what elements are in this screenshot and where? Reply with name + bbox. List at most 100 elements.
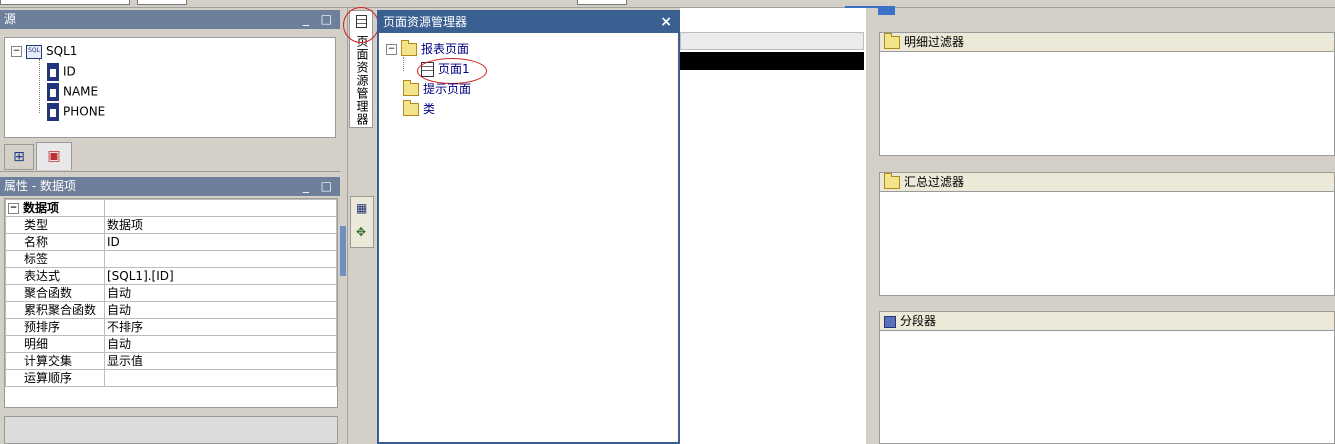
summary-filters-label: 汇总过滤器	[904, 175, 965, 189]
page-explorer-side-label: 页面资源管理器	[355, 35, 369, 126]
properties-panel-title: 属性 - 数据项 _ □	[0, 177, 340, 196]
tree-connector	[403, 57, 404, 71]
property-row[interactable]: 计算交集 显示值	[5, 352, 337, 370]
summary-filters-panel[interactable]: 汇总过滤器	[879, 172, 1335, 296]
tree-column-id[interactable]: ID	[47, 63, 76, 81]
folder-icon	[403, 80, 419, 96]
properties-group-row[interactable]: − 数据项	[5, 199, 337, 217]
panel-window-buttons[interactable]: _ □	[303, 177, 336, 195]
property-key: 运算顺序	[5, 369, 105, 387]
property-row[interactable]: 累积聚合函数 自动	[5, 301, 337, 319]
properties-table: − 数据项 类型 数据项 名称 ID 标签 表达式 [SQL1].[ID] 聚合函数 自动…	[5, 199, 337, 387]
tree-datasource-sql1[interactable]: − SQL SQL1	[11, 43, 77, 59]
property-row[interactable]: 预排序 不排序	[5, 318, 337, 336]
canvas-gutter	[866, 8, 878, 444]
property-key: 类型	[5, 216, 105, 234]
property-value[interactable]	[104, 369, 337, 387]
tree-classes[interactable]: 类	[403, 100, 436, 117]
data-item-icon	[47, 63, 59, 81]
source-tree: − SQL SQL1 ID NAME PHONE	[4, 37, 336, 138]
property-key: 累积聚合函数	[5, 301, 105, 319]
prompt-pages-label: 提示页面	[423, 82, 472, 96]
detail-filters-title: 明细过滤器	[880, 33, 1334, 52]
property-value[interactable]: 显示值	[104, 352, 337, 370]
property-key: 表达式	[5, 267, 105, 285]
selected-canvas-bar[interactable]	[680, 52, 864, 70]
tree-connector	[39, 59, 40, 113]
property-row[interactable]: 明细 自动	[5, 335, 337, 353]
property-value[interactable]: 自动	[104, 301, 337, 319]
page-explorer-title: 页面资源管理器	[383, 15, 468, 29]
data-item-icon	[47, 83, 59, 101]
property-description-area	[4, 416, 338, 444]
classes-icon	[403, 100, 419, 116]
slicer-icon	[884, 315, 896, 328]
folder-icon	[401, 40, 417, 56]
toolbox-tab[interactable]: ▣	[36, 142, 72, 170]
properties-grid: − 数据项 类型 数据项 名称 ID 标签 表达式 [SQL1].[ID] 聚合函数 自动…	[4, 198, 338, 408]
size-combo[interactable]	[137, 0, 187, 5]
font-combo[interactable]	[0, 0, 130, 5]
query-explorer-icon: ▦	[356, 201, 368, 215]
close-icon[interactable]: ×	[660, 12, 672, 33]
property-value[interactable]: ID	[104, 233, 337, 251]
property-key: 明细	[5, 335, 105, 353]
filter-icon	[884, 33, 900, 49]
report-pages-label: 报表页面	[421, 42, 470, 56]
source-panel-title-text: 源	[4, 12, 17, 26]
property-value[interactable]: 数据项	[104, 216, 337, 234]
collapse-toggle[interactable]: −	[8, 202, 19, 214]
data-item-icon	[47, 103, 59, 121]
report-canvas	[680, 8, 870, 444]
tree-prompt-pages[interactable]: 提示页面	[403, 80, 472, 97]
data-explorer-side-tab[interactable]: ▦ ✥	[350, 196, 374, 248]
detail-filters-panel[interactable]: 明细过滤器	[879, 32, 1335, 156]
property-value[interactable]: [SQL1].[ID]	[104, 267, 337, 285]
source-panel-title: 源 _ □	[0, 10, 340, 29]
condition-explorer-icon: ✥	[356, 225, 367, 239]
summary-filter-icon	[884, 173, 900, 189]
property-key: 预排序	[5, 318, 105, 336]
summary-filters-title: 汇总过滤器	[880, 173, 1334, 192]
property-value[interactable]: 自动	[104, 284, 337, 302]
property-value[interactable]: 不排序	[104, 318, 337, 336]
property-row[interactable]: 标签	[5, 250, 337, 268]
collapse-toggle[interactable]: −	[11, 46, 22, 57]
panel-window-buttons[interactable]: _ □	[303, 10, 336, 28]
property-key: 标签	[5, 250, 105, 268]
annotation-ellipse-side-tab	[343, 7, 379, 43]
property-row[interactable]: 类型 数据项	[5, 216, 337, 234]
tree-structure-icon: ⊞	[13, 149, 25, 165]
slicer-title: 分段器	[880, 312, 1334, 331]
page-explorer-title-bar: 页面资源管理器 ×	[379, 12, 678, 33]
property-key: 计算交集	[5, 352, 105, 370]
source-tab-bar: ⊞ ▣	[0, 142, 340, 172]
property-row[interactable]: 聚合函数 自动	[5, 284, 337, 302]
property-key: 名称	[5, 233, 105, 251]
page-explorer-window: 页面资源管理器 × − 报表页面 页面1 提示页面 类	[377, 10, 680, 444]
canvas-header-row	[680, 32, 864, 50]
datasource-label: SQL1	[46, 44, 78, 58]
property-row[interactable]: 表达式 [SQL1].[ID]	[5, 267, 337, 285]
tree-column-name[interactable]: NAME	[47, 83, 99, 101]
group-label: 数据项	[23, 200, 60, 215]
property-row[interactable]: 名称 ID	[5, 233, 337, 251]
splitter-handle[interactable]	[340, 226, 346, 276]
detail-filters-label: 明细过滤器	[904, 35, 965, 49]
column-label: NAME	[63, 84, 99, 99]
tree-column-phone[interactable]: PHONE	[47, 103, 105, 121]
sql-query-icon: SQL	[26, 44, 42, 59]
slicer-panel[interactable]: 分段器	[879, 311, 1335, 444]
source-tab[interactable]: ⊞	[4, 144, 34, 170]
properties-panel-title-text: 属性 - 数据项	[4, 179, 76, 193]
property-row[interactable]: 运算顺序	[5, 369, 337, 387]
property-value[interactable]: 自动	[104, 335, 337, 353]
style-combo[interactable]	[577, 0, 627, 5]
classes-label: 类	[423, 102, 436, 116]
top-toolbar	[0, 0, 1335, 15]
toolbox-icon: ▣	[47, 148, 61, 164]
collapse-toggle[interactable]: −	[386, 44, 397, 55]
property-key: 聚合函数	[5, 284, 105, 302]
property-value[interactable]	[104, 250, 337, 268]
tree-report-pages[interactable]: − 报表页面	[386, 40, 470, 57]
